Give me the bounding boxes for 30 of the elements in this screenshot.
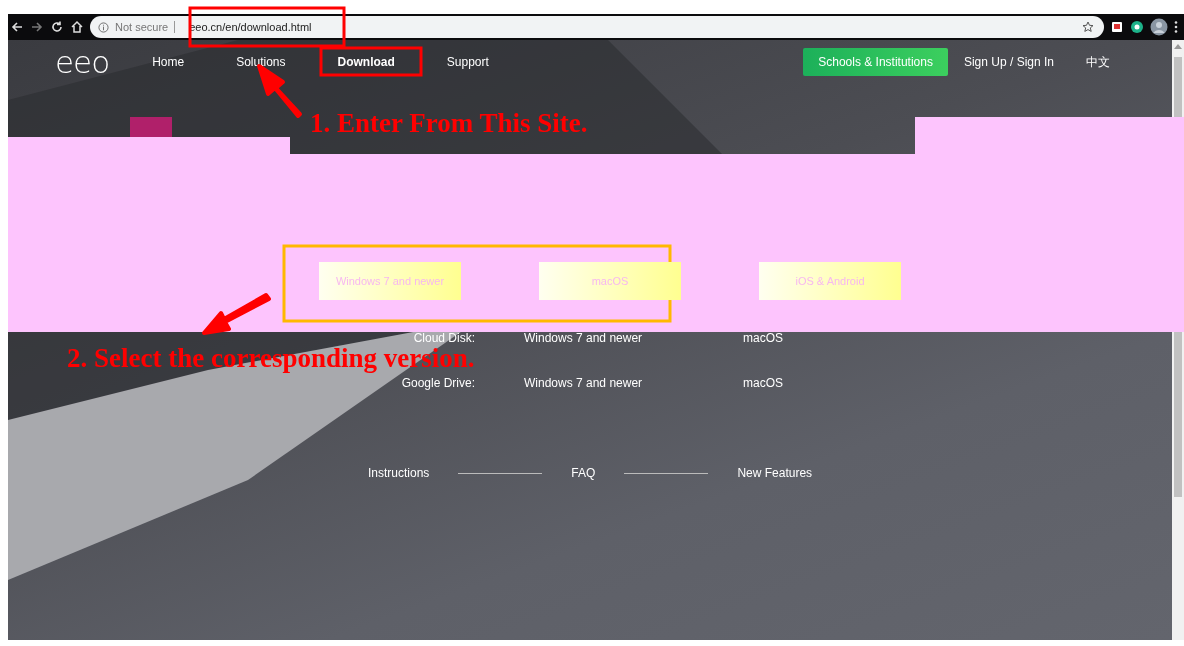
extension-icon[interactable] [1110, 20, 1124, 34]
nav-link[interactable]: Solutions [236, 55, 286, 69]
back-icon[interactable] [10, 20, 24, 34]
avatar-icon[interactable] [1150, 18, 1168, 36]
security-label: Not secure [115, 21, 169, 33]
mac-link[interactable]: macOS [743, 331, 1172, 346]
home-icon[interactable] [70, 20, 84, 34]
mac-link[interactable]: macOS [743, 376, 1172, 391]
nav-link[interactable]: Download [337, 55, 395, 69]
mirror-label: Google Drive: [401, 376, 475, 391]
nav-link[interactable]: Support [446, 55, 489, 69]
nav-link[interactable]: Home [152, 55, 185, 69]
logo[interactable]: eeo [55, 44, 110, 80]
footer-link[interactable]: FAQ [571, 466, 596, 480]
info-icon[interactable] [98, 21, 109, 33]
footer-link[interactable]: New Features [737, 466, 813, 480]
windows-link[interactable]: Windows 7 and newer [524, 376, 694, 391]
windows-link[interactable]: Windows 7 and newer [524, 331, 694, 346]
mirror-label: Cloud Disk: [413, 331, 475, 346]
arrow [257, 64, 302, 118]
arrow [202, 293, 271, 335]
menu-icon[interactable] [1174, 20, 1178, 34]
sign-in-link[interactable]: Sign Up / Sign In [963, 55, 1054, 69]
language-link[interactable]: 中文 [1086, 53, 1110, 71]
footer-link[interactable]: Instructions [368, 466, 430, 480]
star-icon[interactable] [1082, 21, 1094, 33]
reload-icon[interactable] [50, 20, 64, 34]
forward-icon[interactable] [30, 20, 44, 34]
annotation-text: 1. Enter From This Site. [310, 108, 588, 139]
extension-icon[interactable] [1130, 20, 1144, 34]
